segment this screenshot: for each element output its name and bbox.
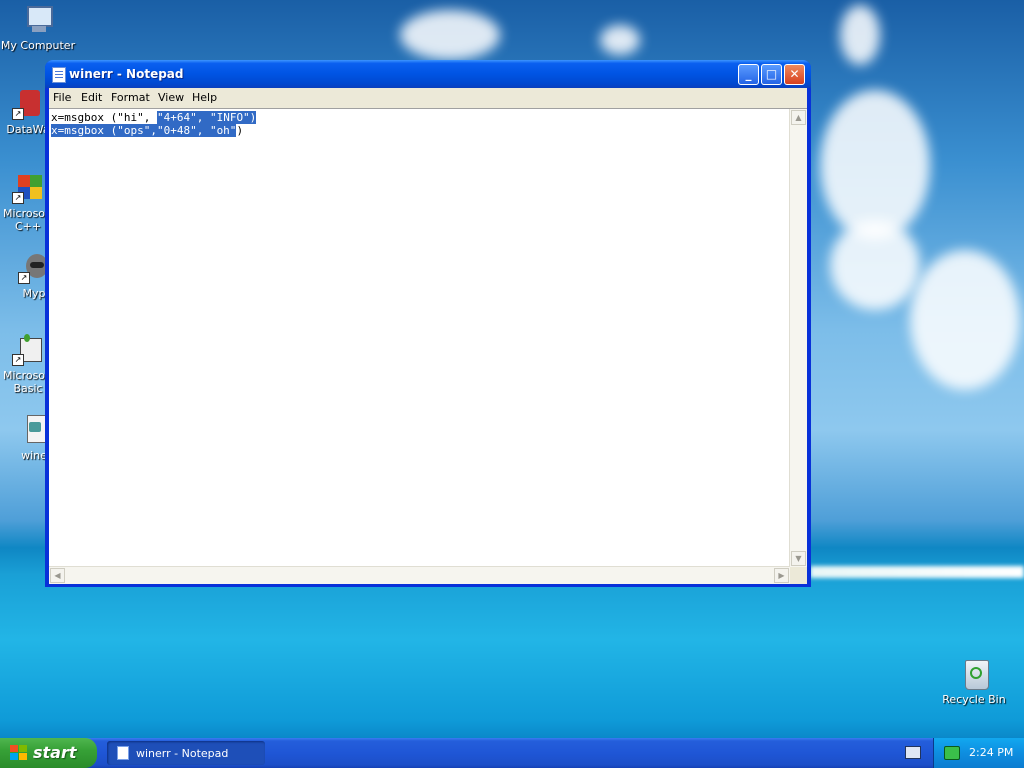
window-client: File Edit Format View Help x=msgbox ("hi…	[49, 88, 807, 584]
taskbar: start winerr - Notepad 2:24 PM	[0, 738, 1024, 768]
datawa-icon: ↗	[12, 88, 44, 120]
notepad-window: winerr - Notepad _ □ ✕ File Edit Format …	[45, 60, 811, 587]
title-bar[interactable]: winerr - Notepad _ □ ✕	[45, 60, 811, 88]
scroll-left-button[interactable]: ◀	[50, 568, 65, 583]
desktop-icon-recycle-bin[interactable]: Recycle Bin	[936, 658, 1012, 706]
menu-bar: File Edit Format View Help	[49, 88, 807, 108]
clock[interactable]: 2:24 PM	[969, 746, 1013, 759]
text-unselected: x=msgbox ("hi",	[51, 111, 157, 124]
window-title: winerr - Notepad	[69, 67, 184, 81]
visual-cpp-icon: ↗	[12, 172, 44, 204]
keyboard-icon[interactable]	[905, 746, 921, 759]
menu-help[interactable]: Help	[192, 91, 217, 104]
scroll-right-button[interactable]: ▶	[774, 568, 789, 583]
horizontal-scrollbar[interactable]: ◀ ▶	[49, 566, 790, 584]
menu-edit[interactable]: Edit	[81, 91, 102, 104]
text-selection: "4+64", "INFO")	[156, 111, 257, 124]
start-label: start	[33, 743, 77, 762]
text-unselected: )	[236, 124, 244, 137]
menu-format[interactable]: Format	[111, 91, 150, 104]
desktop-icon-label: Recycle Bin	[942, 693, 1006, 706]
vertical-scrollbar[interactable]: ▲ ▼	[789, 109, 807, 567]
resize-grip-icon[interactable]	[790, 567, 807, 584]
shortcut-arrow-icon: ↗	[12, 192, 24, 204]
text-line-2: x=msgbox ("ops","0+48", "oh")	[51, 124, 243, 137]
start-button[interactable]: start	[0, 738, 97, 768]
taskbar-button-notepad[interactable]: winerr - Notepad	[107, 741, 265, 765]
menu-view[interactable]: View	[158, 91, 184, 104]
maximize-button[interactable]: □	[761, 64, 782, 85]
notepad-icon	[52, 67, 66, 83]
desktop-icon-label: My Computer	[0, 39, 76, 52]
text-line-1: x=msgbox ("hi", "4+64", "INFO")	[51, 111, 257, 124]
desktop-icon-my-computer[interactable]: My Computer	[0, 4, 76, 52]
text-selection: x=msgbox ("ops","0+48", "oh"	[51, 124, 237, 137]
scroll-down-button[interactable]: ▼	[791, 551, 806, 566]
system-tray: 2:24 PM	[933, 738, 1024, 768]
close-button[interactable]: ✕	[784, 64, 805, 85]
text-editor[interactable]: x=msgbox ("hi", "4+64", "INFO") x=msgbox…	[49, 108, 807, 584]
windows-logo-icon	[10, 745, 28, 761]
notepad-icon	[117, 746, 129, 760]
recycle-bin-icon	[958, 658, 990, 690]
shortcut-arrow-icon: ↗	[18, 272, 30, 284]
shortcut-arrow-icon: ↗	[12, 108, 24, 120]
network-icon[interactable]	[944, 746, 960, 760]
computer-icon	[22, 4, 54, 36]
minimize-button[interactable]: _	[738, 64, 759, 85]
menu-file[interactable]: File	[53, 91, 71, 104]
visual-basic-icon: ↗	[12, 334, 44, 366]
scroll-up-button[interactable]: ▲	[791, 110, 806, 125]
shortcut-arrow-icon: ↗	[12, 354, 24, 366]
taskbar-button-label: winerr - Notepad	[136, 747, 229, 760]
